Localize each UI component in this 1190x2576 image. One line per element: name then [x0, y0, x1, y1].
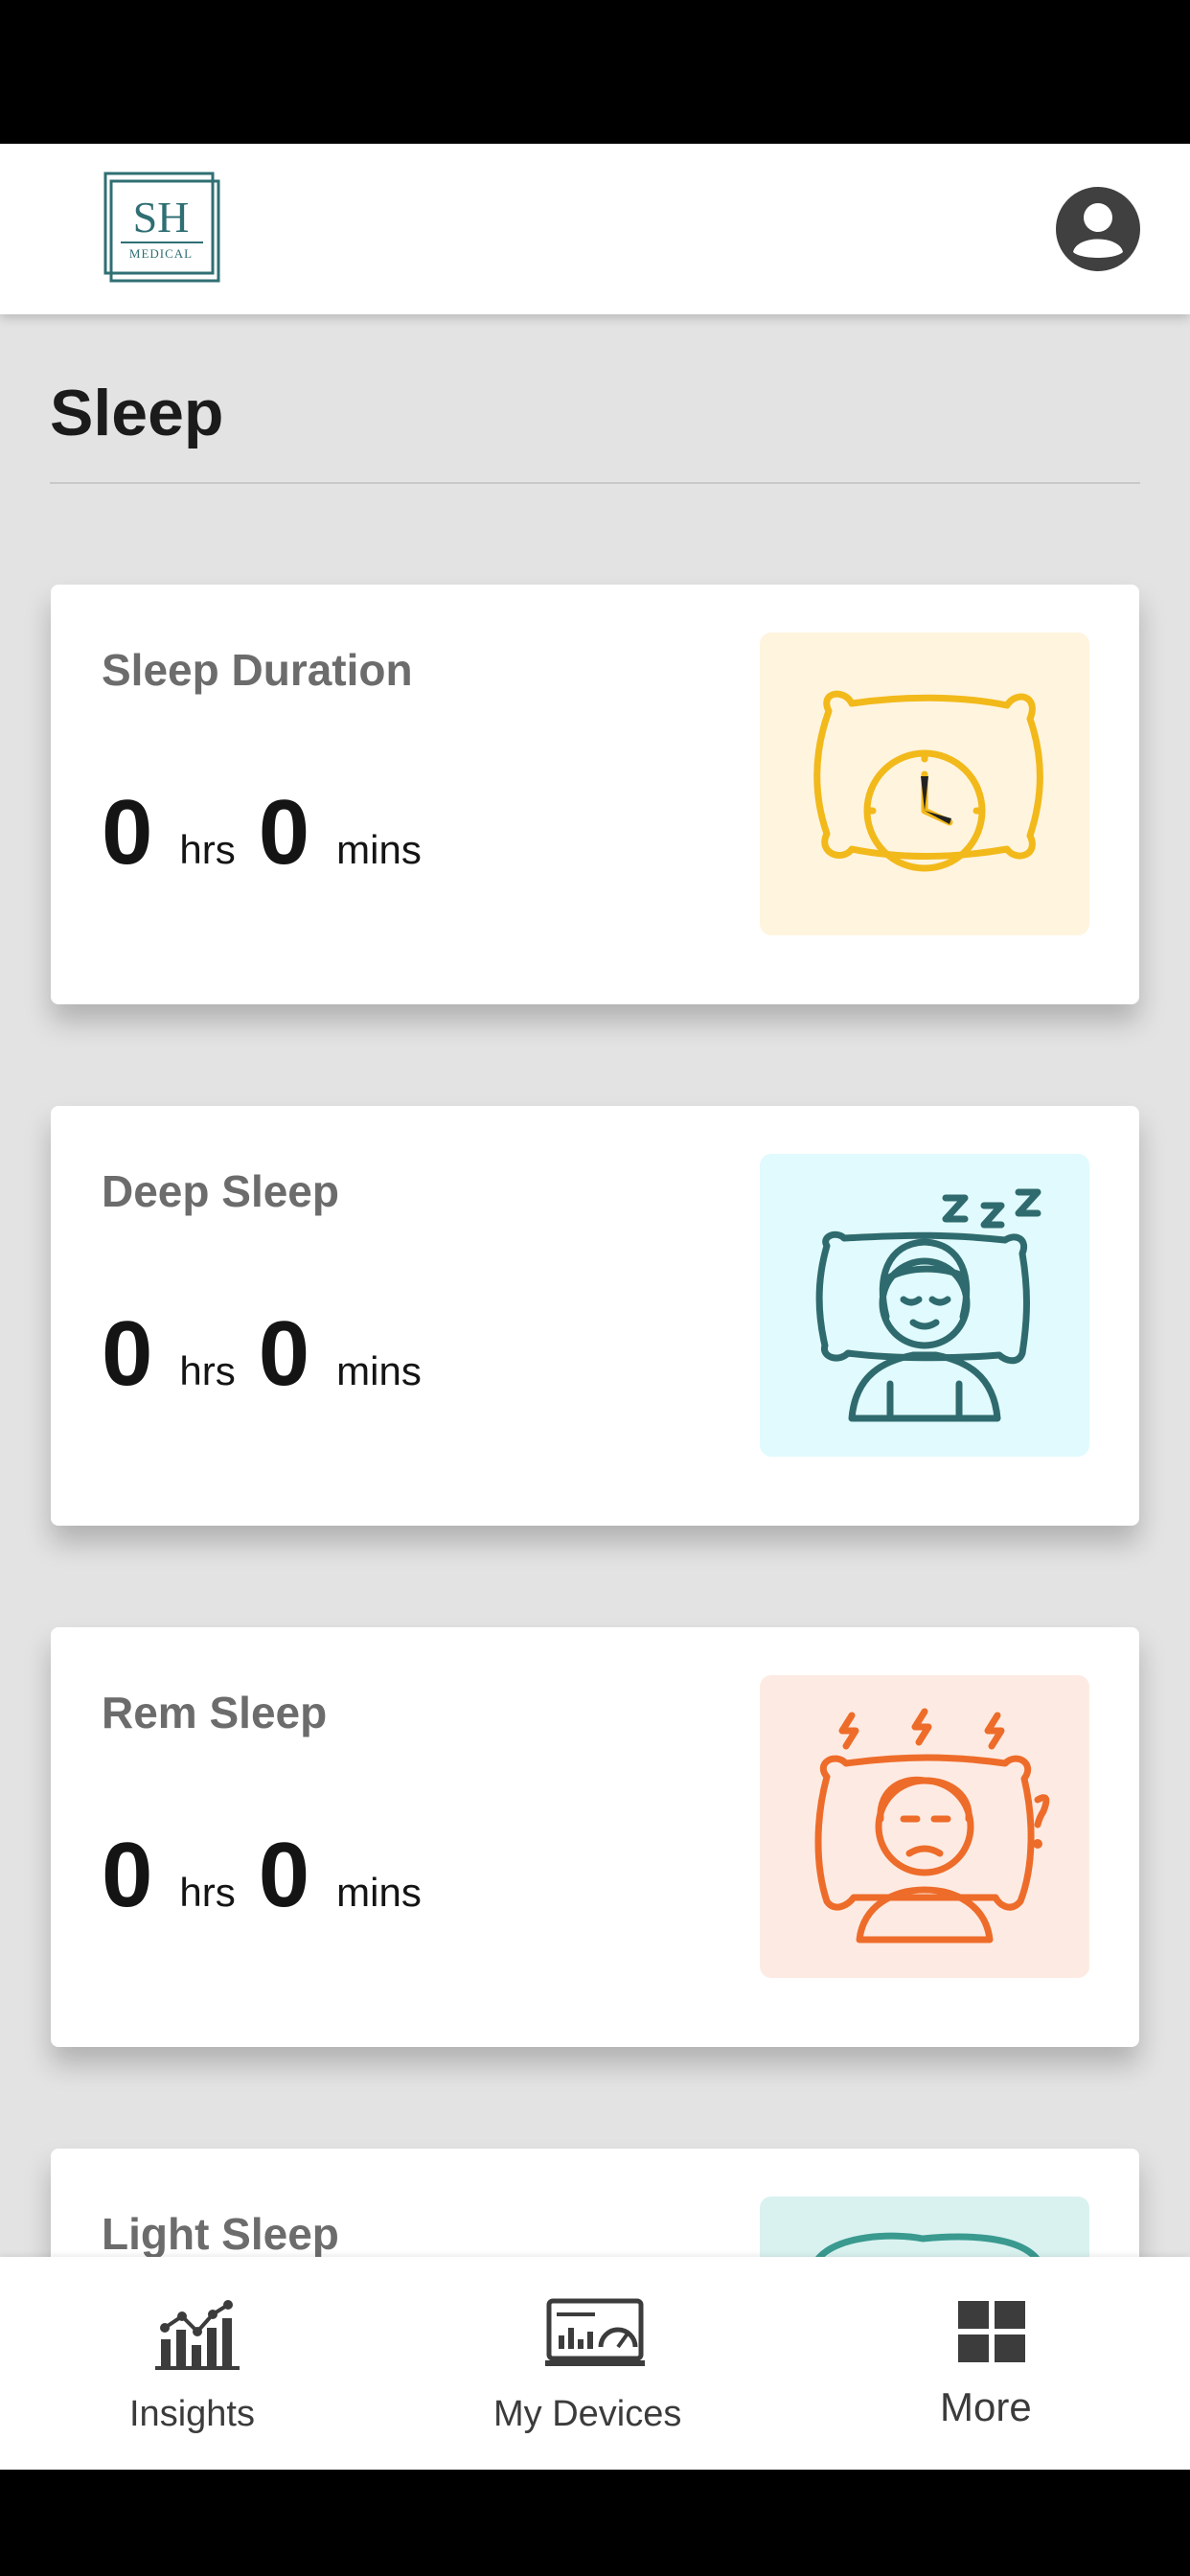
hours-value: 0 [102, 1824, 153, 1926]
rem-sleep-card[interactable]: Rem Sleep 0 hrs 0 mins [51, 1627, 1139, 2047]
minutes-value: 0 [258, 1302, 310, 1405]
card-title: Sleep Duration [102, 645, 413, 695]
hours-unit: hrs [179, 1348, 236, 1393]
sleeping-person-icon [760, 1154, 1089, 1457]
sh-medical-logo-icon: SH MEDICAL [103, 172, 220, 283]
card-title: Rem Sleep [102, 1688, 328, 1737]
app-screen: SH MEDICAL Sleep Sleep Duration 0 hrs 0 min… [0, 144, 1190, 2470]
hours-value: 0 [102, 781, 153, 884]
nav-insights[interactable]: Insights [86, 2257, 311, 2470]
nav-label-insights: Insights [129, 2394, 255, 2434]
profile-button[interactable] [1054, 185, 1142, 273]
card-title: Deep Sleep [102, 1166, 339, 1216]
hours-unit: hrs [179, 1870, 236, 1915]
minutes-value: 0 [258, 1824, 310, 1926]
nav-my-devices[interactable]: My Devices [479, 2257, 719, 2470]
nav-label-my-devices: My Devices [493, 2394, 682, 2434]
logo[interactable]: SH MEDICAL [103, 168, 224, 288]
card-title: Light Sleep [102, 2209, 339, 2259]
hours-value: 0 [102, 1302, 153, 1405]
sleep-duration-value: 0 hrs 0 mins [102, 780, 445, 886]
rem-sleep-value: 0 hrs 0 mins [102, 1823, 445, 1928]
restless-sleeper-icon [760, 1675, 1089, 1978]
minutes-unit: mins [336, 1870, 422, 1915]
nav-label-more: More [940, 2384, 1032, 2429]
page-title: Sleep [50, 377, 224, 449]
bottom-navigation: Insights My Devices More [0, 2257, 1190, 2470]
home-indicator-bar [0, 2470, 1190, 2576]
hours-unit: hrs [179, 827, 236, 872]
minutes-value: 0 [258, 781, 310, 884]
deep-sleep-value: 0 hrs 0 mins [102, 1301, 445, 1407]
minutes-unit: mins [336, 1348, 422, 1393]
minutes-unit: mins [336, 827, 422, 872]
status-bar [0, 0, 1190, 144]
sleep-duration-card[interactable]: Sleep Duration 0 hrs 0 mins [51, 585, 1139, 1004]
logo-subtext: MEDICAL [129, 246, 193, 261]
title-divider [50, 482, 1140, 484]
user-avatar-icon [1056, 187, 1140, 271]
logo-text: SH [133, 193, 190, 242]
app-header: SH MEDICAL [0, 144, 1190, 314]
pillow-clock-icon [760, 632, 1089, 935]
deep-sleep-card[interactable]: Deep Sleep 0 hrs 0 mins [51, 1106, 1139, 1526]
nav-more[interactable]: More [920, 2257, 1064, 2470]
monitor-gauge-icon [545, 2298, 645, 2366]
grid-icon [958, 2301, 1025, 2362]
bar-chart-icon [155, 2300, 240, 2370]
